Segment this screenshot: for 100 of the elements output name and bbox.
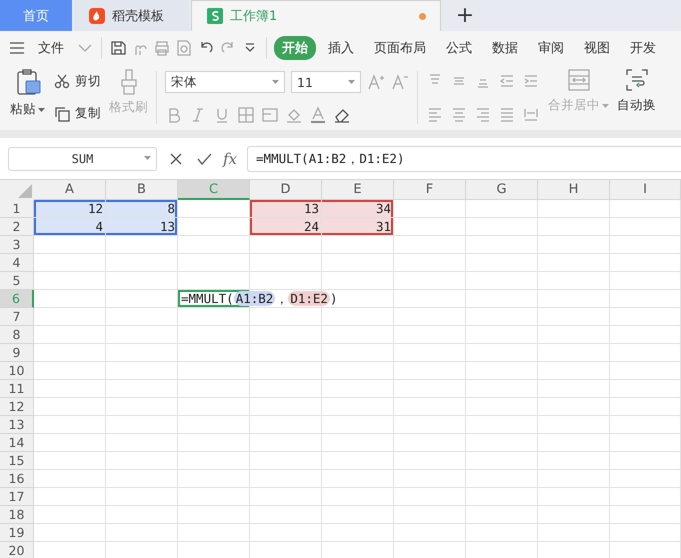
row-header[interactable]: 16 bbox=[0, 470, 34, 488]
tab[interactable]: 稻壳模板 bbox=[74, 0, 189, 31]
table-cell bbox=[610, 308, 681, 326]
ribbon-tab[interactable]: 数据 bbox=[484, 36, 526, 60]
column-header[interactable]: A bbox=[34, 180, 106, 200]
shrink-font-icon[interactable] bbox=[391, 73, 409, 92]
table-cell bbox=[178, 416, 250, 434]
table-cell bbox=[466, 416, 538, 434]
table-cell bbox=[178, 254, 250, 272]
paste-button[interactable]: 粘贴 bbox=[10, 65, 45, 130]
fill-format-icon[interactable] bbox=[261, 106, 279, 124]
row-header[interactable]: 14 bbox=[0, 434, 34, 452]
caret-icon[interactable] bbox=[144, 156, 151, 160]
formula-field[interactable]: =MMULT(A1:B2，D1:E2) bbox=[247, 146, 681, 172]
wrap-text-button[interactable]: 自动换 bbox=[617, 65, 656, 130]
column-header[interactable]: B bbox=[106, 180, 178, 200]
ribbon-tab[interactable]: 公式 bbox=[438, 36, 480, 60]
row-header[interactable]: 4 bbox=[0, 254, 34, 272]
column-header[interactable]: D bbox=[250, 180, 322, 200]
caret-icon[interactable] bbox=[272, 80, 279, 84]
save-icon[interactable] bbox=[109, 39, 127, 57]
row-header[interactable]: 13 bbox=[0, 416, 34, 434]
table-cell bbox=[250, 416, 322, 434]
copy-button[interactable]: 复制 bbox=[53, 104, 101, 123]
table-cell bbox=[466, 488, 538, 506]
row-header[interactable]: 8 bbox=[0, 326, 34, 344]
table-cell bbox=[178, 380, 250, 398]
border-icon[interactable] bbox=[237, 106, 255, 124]
table-cell bbox=[178, 344, 250, 362]
table-cell bbox=[322, 308, 394, 326]
table-cell bbox=[466, 434, 538, 452]
table-cell bbox=[610, 416, 681, 434]
font-color-icon[interactable] bbox=[309, 106, 327, 124]
table-cell bbox=[106, 506, 178, 524]
table-cell bbox=[106, 380, 178, 398]
table-cell bbox=[178, 272, 250, 290]
ribbon-tab[interactable]: 插入 bbox=[320, 36, 362, 60]
table-cell bbox=[178, 200, 250, 218]
row-header[interactable]: 3 bbox=[0, 236, 34, 254]
ribbon-tab[interactable]: 开发 bbox=[622, 36, 664, 60]
font-size-select[interactable]: 11 bbox=[291, 71, 361, 94]
row-header[interactable]: 1 bbox=[0, 200, 34, 218]
table-cell bbox=[394, 416, 466, 434]
print-icon[interactable] bbox=[153, 39, 171, 57]
table-cell bbox=[250, 272, 322, 290]
copy-icon bbox=[53, 104, 71, 123]
font-select[interactable]: 宋体 bbox=[165, 71, 285, 94]
name-box[interactable]: SUM bbox=[8, 147, 157, 171]
table-cell bbox=[250, 470, 322, 488]
table-cell bbox=[394, 326, 466, 344]
table-cell bbox=[394, 380, 466, 398]
table-cell bbox=[322, 488, 394, 506]
column-header[interactable]: F bbox=[394, 180, 466, 200]
row-header[interactable]: 2 bbox=[0, 218, 34, 236]
table-cell bbox=[106, 362, 178, 380]
table-cell bbox=[538, 308, 610, 326]
table-cell bbox=[538, 416, 610, 434]
table-cell bbox=[538, 272, 610, 290]
select-all-icon[interactable] bbox=[0, 180, 35, 201]
table-cell bbox=[178, 524, 250, 542]
table-cell bbox=[538, 344, 610, 362]
table-cell bbox=[466, 200, 538, 218]
ribbon-tab[interactable]: 视图 bbox=[576, 36, 618, 60]
column-header[interactable]: H bbox=[538, 180, 610, 200]
table-cell bbox=[538, 398, 610, 416]
table-cell bbox=[394, 452, 466, 470]
column-header[interactable]: E bbox=[322, 180, 394, 200]
table-cell bbox=[34, 416, 106, 434]
row-header[interactable]: 12 bbox=[0, 398, 34, 416]
table-cell bbox=[538, 218, 610, 236]
table-cell bbox=[34, 506, 106, 524]
ribbon-tab[interactable]: 页面布局 bbox=[366, 36, 434, 60]
table-cell bbox=[34, 236, 106, 254]
grow-font-icon[interactable] bbox=[367, 73, 385, 92]
row-header[interactable]: 18 bbox=[0, 506, 34, 524]
table-cell bbox=[322, 272, 394, 290]
row-header[interactable]: 7 bbox=[0, 308, 34, 326]
row-header[interactable]: 15 bbox=[0, 452, 34, 470]
column-header[interactable]: G bbox=[466, 180, 538, 200]
column-header[interactable]: I bbox=[610, 180, 681, 200]
table-cell bbox=[538, 452, 610, 470]
insert-function-button[interactable]: fx bbox=[223, 150, 238, 168]
table-cell: 31 bbox=[322, 218, 394, 236]
table-cell: 13 bbox=[250, 200, 322, 218]
row-header[interactable]: 11 bbox=[0, 380, 34, 398]
cut-button[interactable]: 剪切 bbox=[53, 72, 101, 90]
caret-icon[interactable] bbox=[348, 80, 355, 84]
row-header[interactable]: 19 bbox=[0, 524, 34, 542]
file-menu[interactable]: 文件 bbox=[30, 36, 72, 60]
ribbon-tab[interactable]: 审阅 bbox=[530, 36, 572, 60]
row-header[interactable]: 20 bbox=[0, 542, 34, 558]
cell-editor[interactable]: =MMULT( A1:B2 ， D1:E2 ) bbox=[178, 290, 338, 308]
row-header[interactable]: 9 bbox=[0, 344, 34, 362]
table-cell bbox=[34, 290, 106, 308]
row-header[interactable]: 5 bbox=[0, 272, 34, 290]
table-cell bbox=[466, 470, 538, 488]
table-cell bbox=[610, 362, 681, 380]
row-header[interactable]: 10 bbox=[0, 362, 34, 380]
row-header[interactable]: 17 bbox=[0, 488, 34, 506]
new-tab-button[interactable]: + bbox=[443, 0, 487, 31]
